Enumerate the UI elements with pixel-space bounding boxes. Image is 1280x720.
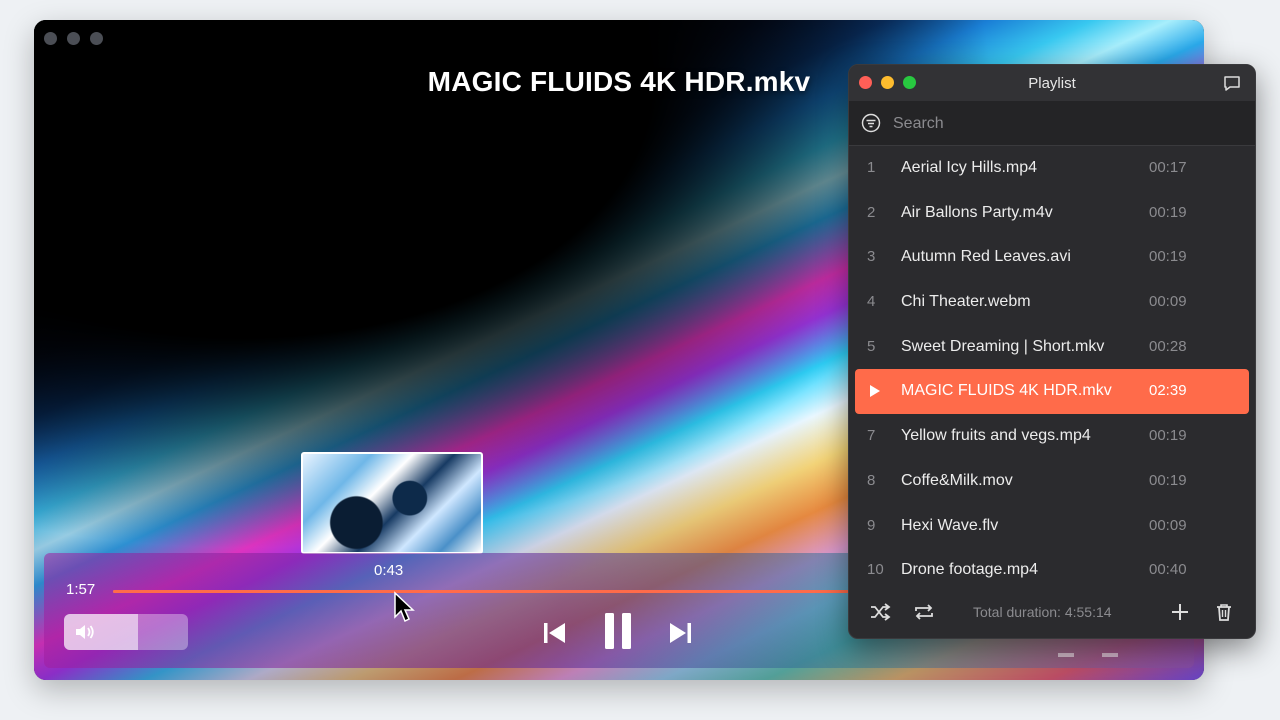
item-name: Sweet Dreaming | Short.mkv <box>901 337 1105 355</box>
playlist-item[interactable]: 3 Autumn Red Leaves.avi 00:19 <box>849 235 1255 280</box>
volume-icon <box>76 625 94 639</box>
playlist-titlebar: Playlist <box>849 65 1255 101</box>
playlist-item[interactable]: 9 Hexi Wave.flv 00:09 <box>849 504 1255 549</box>
playlist-item-active[interactable]: MAGIC FLUIDS 4K HDR.mkv 02:39 <box>855 369 1249 415</box>
seek-bar-progress <box>113 590 853 593</box>
total-duration: Total duration: 4:55:14 <box>973 604 1112 620</box>
playlist-items: 1 Aerial Icy Hills.mp4 00:17 2 Air Ballons P… <box>849 146 1255 593</box>
item-number: 2 <box>867 203 876 221</box>
chat-icon[interactable] <box>1223 74 1241 92</box>
item-number: 10 <box>867 561 884 579</box>
item-name: Air Ballons Party.m4v <box>901 203 1053 221</box>
item-duration: 00:19 <box>1149 471 1187 489</box>
item-name: Coffe&Milk.mov <box>901 471 1013 489</box>
extra-control[interactable] <box>1058 653 1074 657</box>
playlist-item[interactable]: 8 Coffe&Milk.mov 00:19 <box>849 459 1255 504</box>
playlist-item[interactable]: 1 Aerial Icy Hills.mp4 00:17 <box>849 146 1255 191</box>
item-number: 9 <box>867 516 876 534</box>
plus-icon[interactable] <box>1169 602 1191 622</box>
item-name: Autumn Red Leaves.avi <box>901 248 1071 266</box>
item-number: 8 <box>867 471 876 489</box>
item-duration: 00:28 <box>1149 337 1187 355</box>
item-name: Drone footage.mp4 <box>901 561 1038 579</box>
search-input[interactable] <box>891 110 1235 138</box>
item-duration: 00:40 <box>1149 561 1187 579</box>
item-duration: 00:09 <box>1149 516 1187 534</box>
item-number: 5 <box>867 337 876 355</box>
item-name: Yellow fruits and vegs.mp4 <box>901 427 1091 445</box>
playlist-panel: Playlist 1 Aerial Icy Hills.mp4 00:17 2 Air … <box>848 64 1256 639</box>
item-number: 3 <box>867 248 876 266</box>
item-duration: 00:19 <box>1149 427 1187 445</box>
item-duration: 00:17 <box>1149 159 1187 176</box>
next-button[interactable] <box>666 621 694 645</box>
seek-preview-thumbnail <box>301 452 483 554</box>
item-number: 4 <box>867 293 876 311</box>
item-name: MAGIC FLUIDS 4K HDR.mkv <box>901 382 1112 400</box>
playlist-item[interactable]: 4 Chi Theater.webm 00:09 <box>849 280 1255 325</box>
volume-slider[interactable] <box>64 614 188 650</box>
item-duration: 00:19 <box>1149 203 1187 221</box>
repeat-icon[interactable] <box>913 602 935 622</box>
playlist-search-bar <box>849 101 1255 146</box>
extra-control[interactable] <box>1102 653 1118 657</box>
hover-time-label: 0:43 <box>374 562 404 579</box>
playlist-item[interactable]: 5 Sweet Dreaming | Short.mkv 00:28 <box>849 325 1255 370</box>
playlist-footer: Total duration: 4:55:14 <box>849 586 1255 638</box>
play-icon <box>870 385 880 398</box>
item-name: Aerial Icy Hills.mp4 <box>901 159 1038 176</box>
current-time: 1:57 <box>66 581 96 598</box>
shuffle-icon[interactable] <box>869 602 891 622</box>
item-name: Hexi Wave.flv <box>901 516 999 534</box>
previous-button[interactable] <box>541 621 569 645</box>
item-duration: 02:39 <box>1149 382 1187 400</box>
window-controls <box>44 32 103 45</box>
minimize-button[interactable] <box>67 32 80 45</box>
trash-icon[interactable] <box>1213 602 1235 622</box>
item-duration: 00:19 <box>1149 248 1187 266</box>
item-number: 1 <box>867 159 876 176</box>
mouse-cursor-icon <box>394 591 415 623</box>
item-name: Chi Theater.webm <box>901 293 1031 311</box>
pause-button[interactable] <box>602 611 634 651</box>
close-button[interactable] <box>44 32 57 45</box>
playlist-title: Playlist <box>1028 75 1076 92</box>
item-number: 7 <box>867 427 876 445</box>
item-duration: 00:09 <box>1149 293 1187 311</box>
playlist-item[interactable]: 2 Air Ballons Party.m4v 00:19 <box>849 191 1255 236</box>
playlist-item[interactable]: 7 Yellow fruits and vegs.mp4 00:19 <box>849 414 1255 459</box>
filter-icon[interactable] <box>861 113 881 133</box>
zoom-button[interactable] <box>90 32 103 45</box>
